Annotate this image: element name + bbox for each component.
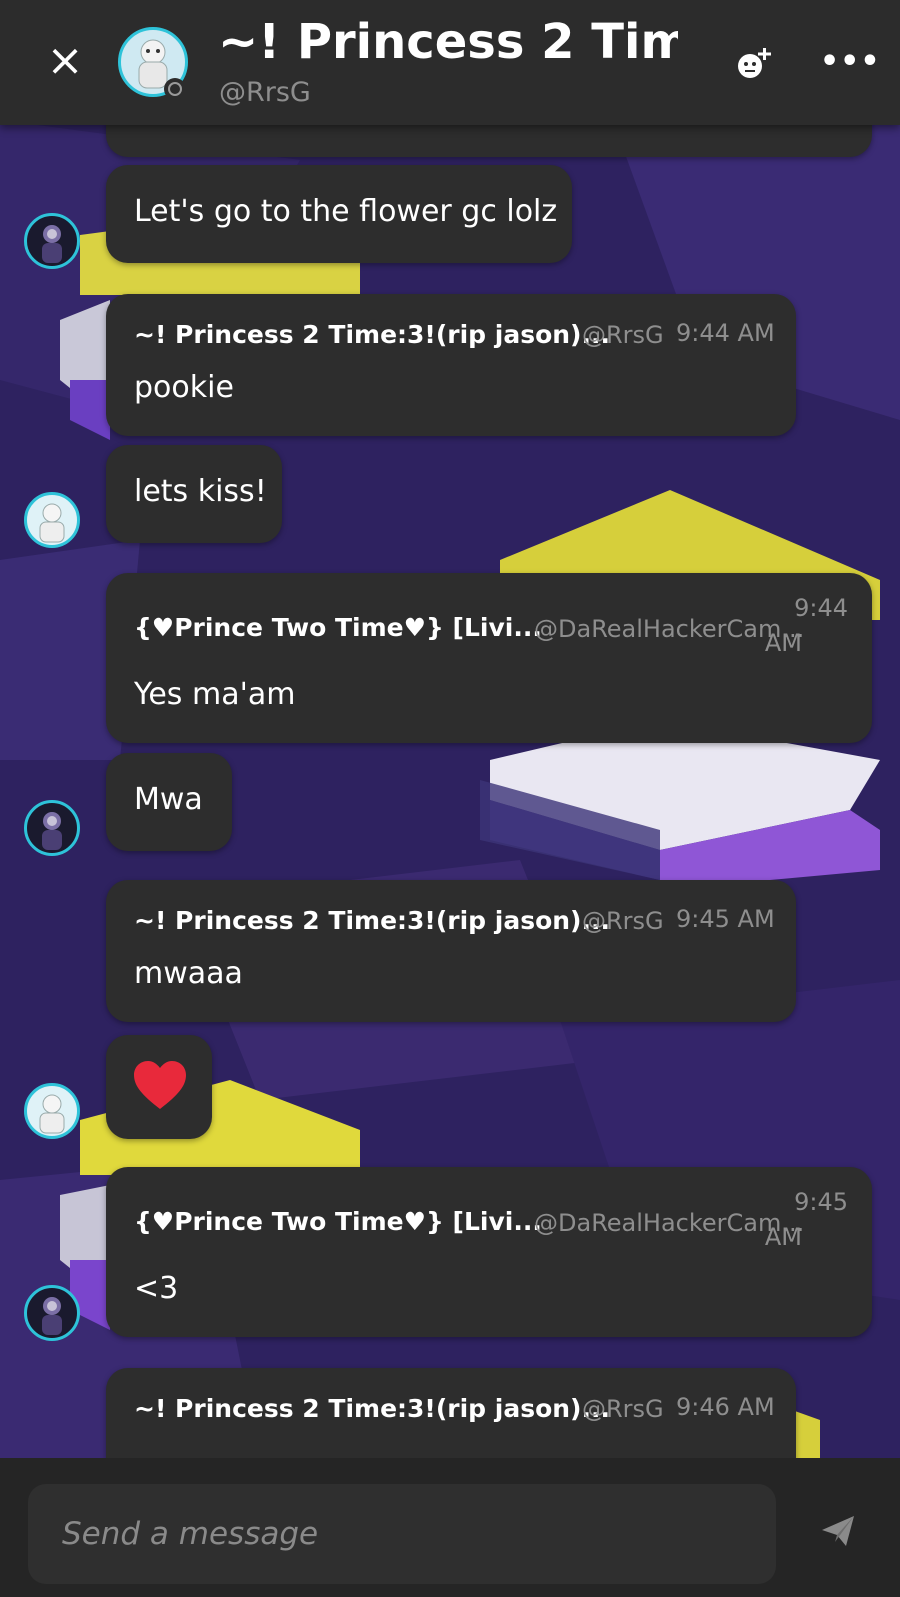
message-input[interactable]	[28, 1484, 776, 1584]
message-text: <3	[134, 1271, 179, 1306]
message-bubble[interactable]: lets kiss!	[106, 445, 282, 543]
message-bubble[interactable]: ~! Princess 2 Time:3!(rip jason)... @Rrs…	[106, 880, 796, 1022]
message-time: 9:46 AM	[676, 1393, 775, 1421]
avatar[interactable]	[24, 1285, 80, 1341]
message-bubble[interactable]: Let's go to the flower gc lolz	[106, 165, 572, 263]
message-text: Mwa	[134, 782, 203, 817]
chat-handle: @RrsG	[219, 77, 311, 108]
offline-status-indicator	[164, 78, 186, 100]
message-time-line1: 9:44	[794, 594, 848, 622]
send-icon	[822, 1516, 854, 1546]
message-text: Let's go to the flower gc lolz	[134, 194, 558, 229]
close-button[interactable]: ×	[40, 36, 90, 86]
message-bubble[interactable]: Mwa	[106, 753, 232, 851]
message-bubble[interactable]: {♥Prince Two Time♥} [Livi... @DaRealHack…	[106, 1167, 872, 1337]
message-sender[interactable]: {♥Prince Two Time♥} [Livi...	[134, 613, 542, 642]
message-bubble[interactable]: ~! Princess 2 Time:3!(rip jason)... @Rrs…	[106, 1368, 796, 1458]
avatar[interactable]	[24, 1083, 80, 1139]
send-button[interactable]	[818, 1510, 868, 1560]
add-friend-button[interactable]	[734, 44, 784, 84]
more-options-icon: •••	[820, 44, 881, 79]
avatar-figure-icon	[39, 503, 65, 543]
message-sender[interactable]: ~! Princess 2 Time:3!(rip jason)...	[134, 906, 610, 935]
avatar[interactable]	[24, 492, 80, 548]
chat-header: × ~! Princess 2 Tim... @RrsG •••	[0, 0, 900, 125]
message-bubble[interactable]: ~! Princess 2 Time:3!(rip jason)... @Rrs…	[106, 294, 796, 436]
add-friend-icon	[738, 48, 771, 78]
avatar-figure-icon	[42, 225, 62, 263]
message-sender[interactable]: ~! Princess 2 Time:3!(rip jason)...	[134, 320, 610, 349]
message-bubble[interactable]	[106, 1035, 212, 1139]
message-time-line2: AM	[764, 629, 802, 657]
avatar[interactable]	[24, 800, 80, 856]
message-handle: @RrsG	[582, 1395, 664, 1423]
message-text: Yes ma'am	[134, 677, 296, 712]
avatar-figure-icon	[42, 1297, 62, 1335]
avatar-figure-icon	[42, 812, 62, 850]
message-text: pookie	[134, 370, 234, 405]
message-composer	[0, 1458, 900, 1597]
chat-title[interactable]: ~! Princess 2 Tim...	[218, 14, 678, 70]
message-time: 9:44 AM	[676, 319, 775, 347]
heart-icon	[134, 1061, 186, 1109]
avatar-figure-icon	[39, 1094, 65, 1134]
message-text: lets kiss!	[134, 474, 267, 509]
message-list[interactable]: Let's go to the flower gc lolz ~! Prince…	[0, 125, 900, 1458]
message-handle: @RrsG	[582, 907, 664, 935]
message-bubble[interactable]: {♥Prince Two Time♥} [Livi... @DaRealHack…	[106, 573, 872, 743]
message-text: mwaaa	[134, 956, 243, 991]
message-time-line2: AM	[764, 1223, 802, 1251]
close-icon: ×	[46, 35, 84, 86]
message-sender[interactable]: ~! Princess 2 Time:3!(rip jason)...	[134, 1394, 610, 1423]
message-bubble[interactable]	[106, 125, 872, 157]
more-options-button[interactable]: •••	[820, 44, 880, 84]
message-sender[interactable]: {♥Prince Two Time♥} [Livi...	[134, 1207, 542, 1236]
avatar[interactable]	[24, 213, 80, 269]
message-time-line1: 9:45	[794, 1188, 848, 1216]
message-handle: @RrsG	[582, 321, 664, 349]
message-time: 9:45 AM	[676, 905, 775, 933]
